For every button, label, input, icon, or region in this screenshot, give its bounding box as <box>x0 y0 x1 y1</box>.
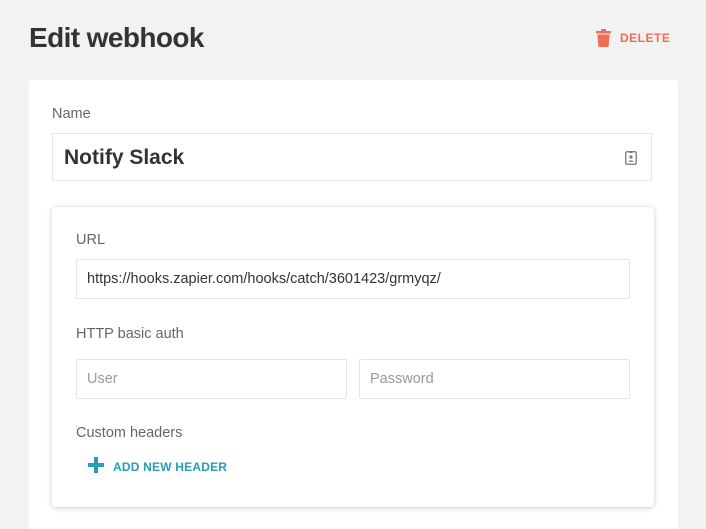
name-field[interactable]: Notify Slack <box>52 133 652 181</box>
add-new-header-button[interactable]: ADD NEW HEADER <box>88 457 227 476</box>
url-label: URL <box>76 232 106 248</box>
name-value: Notify Slack <box>64 146 185 169</box>
name-label: Name <box>52 106 91 122</box>
page-title: Edit webhook <box>29 22 204 53</box>
delete-label: DELETE <box>620 31 671 45</box>
edit-webhook-page: Edit webhook DELETE Name Notify Slack UR… <box>0 0 706 529</box>
contact-card-icon[interactable] <box>625 151 637 170</box>
webhook-form-card: Name Notify Slack URL https://hooks.zapi… <box>29 80 678 529</box>
custom-headers-label: Custom headers <box>76 425 183 441</box>
password-input[interactable]: Password <box>359 359 630 399</box>
add-new-header-label: ADD NEW HEADER <box>113 459 228 474</box>
webhook-settings-panel: URL https://hooks.zapier.com/hooks/catch… <box>52 207 654 507</box>
url-input[interactable]: https://hooks.zapier.com/hooks/catch/360… <box>76 259 630 299</box>
user-input[interactable]: User <box>76 359 347 399</box>
delete-button[interactable]: DELETE <box>596 29 670 47</box>
trash-icon <box>596 29 611 47</box>
auth-label: HTTP basic auth <box>76 326 184 342</box>
plus-icon <box>88 457 104 476</box>
